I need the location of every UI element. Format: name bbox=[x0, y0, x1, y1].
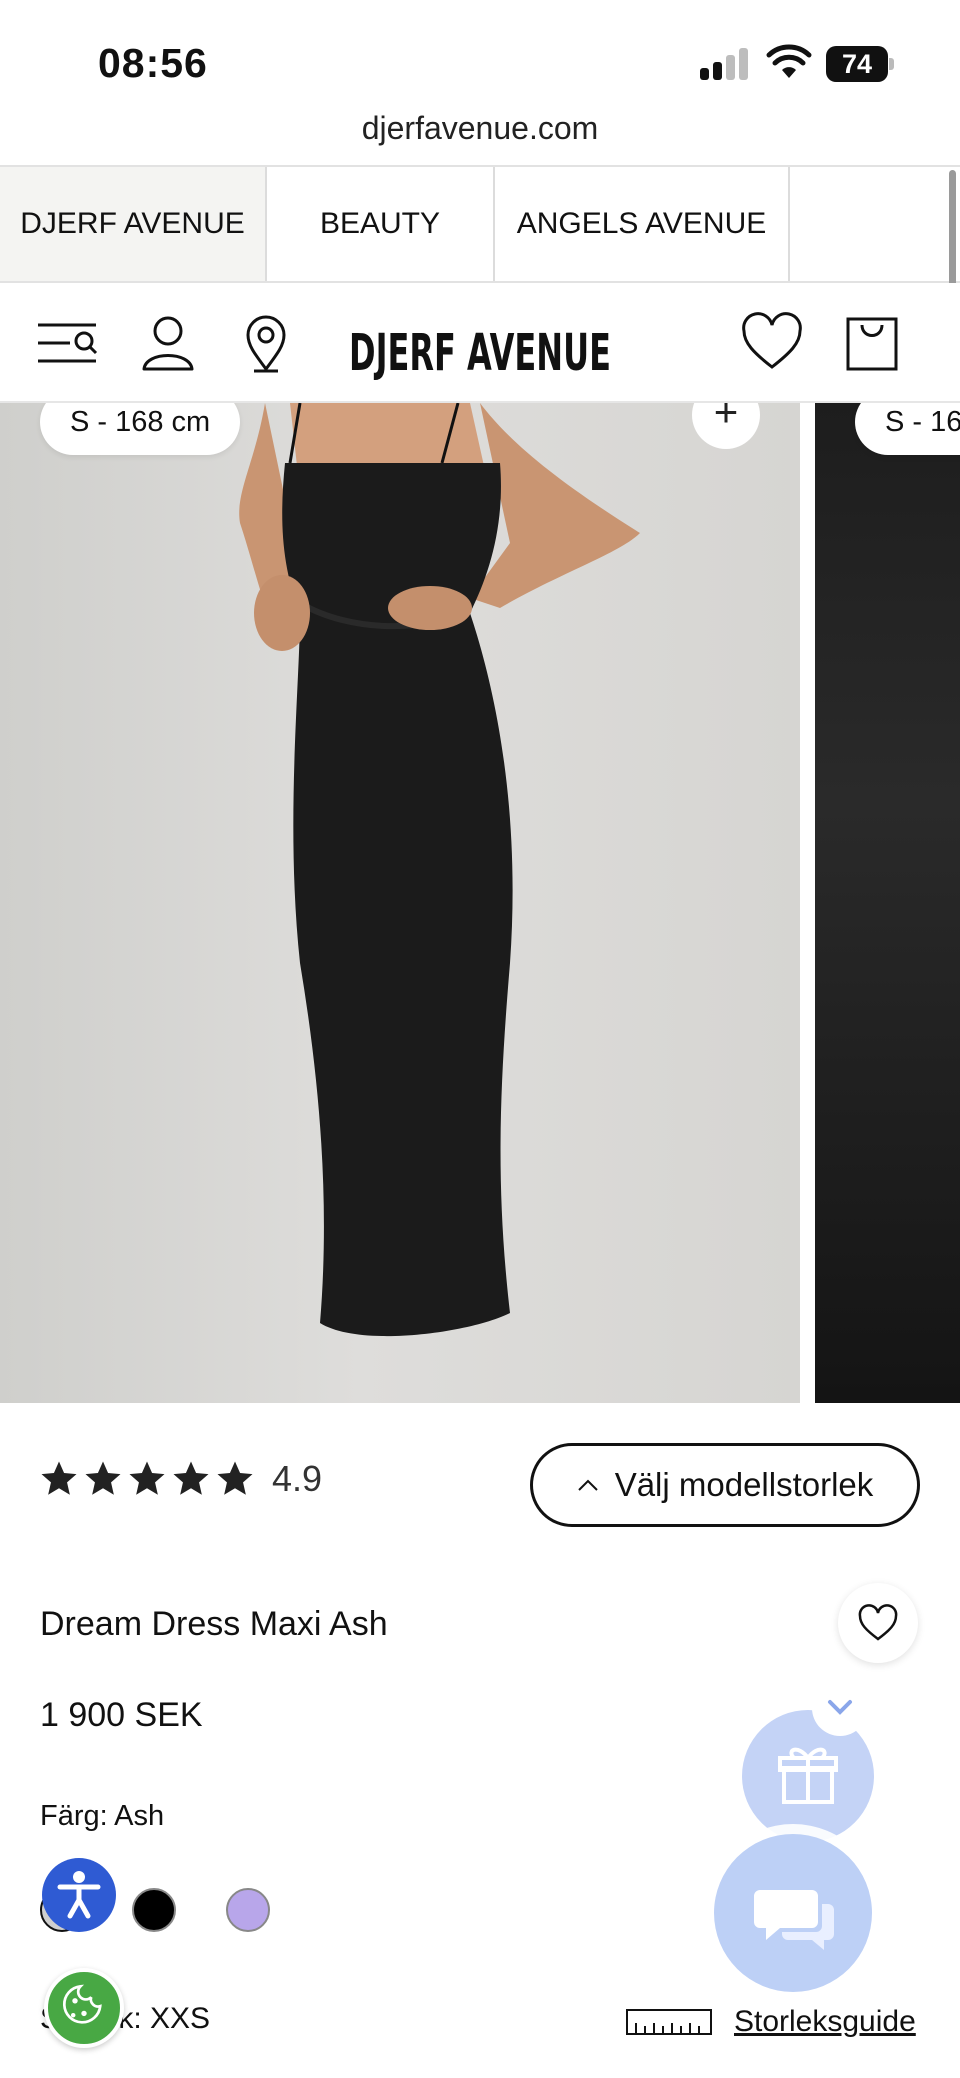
star-icon bbox=[173, 1461, 209, 1495]
model-size-pill-secondary: S - 162 bbox=[855, 403, 960, 455]
chevron-up-icon bbox=[577, 1479, 598, 1491]
brand-tabs: DJERF AVENUE BEAUTY ANGELS AVENUE bbox=[0, 165, 960, 283]
dress-illustration bbox=[239, 403, 640, 1337]
site-header: DJERF AVENUE bbox=[0, 283, 960, 403]
brand-logo[interactable]: DJERF AVENUE bbox=[330, 307, 630, 387]
accessibility-button[interactable] bbox=[42, 1858, 116, 1932]
ruler-icon bbox=[626, 2009, 712, 2035]
cellular-signal-icon bbox=[700, 48, 750, 80]
battery-icon: 74 bbox=[826, 46, 894, 82]
cookie-settings-button[interactable] bbox=[44, 1968, 124, 2048]
wishlist-icon[interactable] bbox=[740, 311, 804, 375]
swatch-lilac[interactable] bbox=[226, 1888, 270, 1932]
select-model-size-button[interactable]: Välj modellstorlek bbox=[530, 1443, 920, 1527]
collapse-rewards-button[interactable] bbox=[812, 1680, 868, 1736]
cookie-icon bbox=[63, 1984, 102, 2024]
star-icon bbox=[129, 1461, 165, 1495]
color-label: Färg: Ash bbox=[40, 1800, 165, 1832]
store-locator-icon[interactable] bbox=[234, 311, 298, 375]
menu-search-icon[interactable] bbox=[36, 311, 100, 375]
add-to-wishlist-button[interactable] bbox=[838, 1583, 918, 1663]
product-photo-secondary[interactable]: S - 162 bbox=[815, 403, 960, 1403]
heart-icon bbox=[858, 1604, 898, 1641]
tab-angels-avenue[interactable]: ANGELS AVENUE bbox=[495, 167, 790, 281]
tab-djerf-avenue[interactable]: DJERF AVENUE bbox=[0, 167, 267, 281]
chat-button[interactable] bbox=[714, 1834, 872, 1992]
rating-value: 4.9 bbox=[272, 1458, 323, 1499]
status-time: 08:56 bbox=[98, 40, 208, 86]
chevron-down-icon bbox=[828, 1700, 852, 1715]
battery-level: 74 bbox=[826, 46, 888, 82]
product-rating[interactable]: 4.9 bbox=[38, 1454, 322, 1504]
address-bar-url[interactable]: djerfavenue.com bbox=[0, 110, 960, 147]
accessibility-icon bbox=[57, 1871, 101, 1919]
account-icon[interactable] bbox=[136, 311, 200, 375]
swatch-black[interactable] bbox=[132, 1888, 176, 1932]
tab-beauty[interactable]: BEAUTY bbox=[267, 167, 495, 281]
cart-icon[interactable] bbox=[840, 311, 904, 375]
model-size-pill: S - 168 cm bbox=[40, 403, 241, 455]
star-icon bbox=[41, 1461, 77, 1495]
star-icon bbox=[217, 1461, 253, 1495]
size-guide-link[interactable]: Storleksguide bbox=[626, 2000, 916, 2044]
star-icon bbox=[85, 1461, 121, 1495]
product-image-gallery[interactable]: S - 168 cm + S - 162 bbox=[0, 403, 960, 1403]
product-title: Dream Dress Maxi Ash bbox=[40, 1605, 388, 1643]
brand-logo-text: DJERF AVENUE bbox=[349, 324, 611, 383]
size-guide-label: Storleksguide bbox=[734, 2005, 916, 2038]
chat-icon bbox=[754, 1890, 834, 1950]
product-price: 1 900 SEK bbox=[40, 1696, 203, 1734]
select-model-size-label: Välj modellstorlek bbox=[614, 1466, 874, 1503]
product-photo-main[interactable]: S - 168 cm + bbox=[0, 403, 800, 1403]
status-bar: 08:56 74 djerfavenue.com bbox=[0, 0, 960, 146]
wifi-icon bbox=[766, 44, 812, 78]
